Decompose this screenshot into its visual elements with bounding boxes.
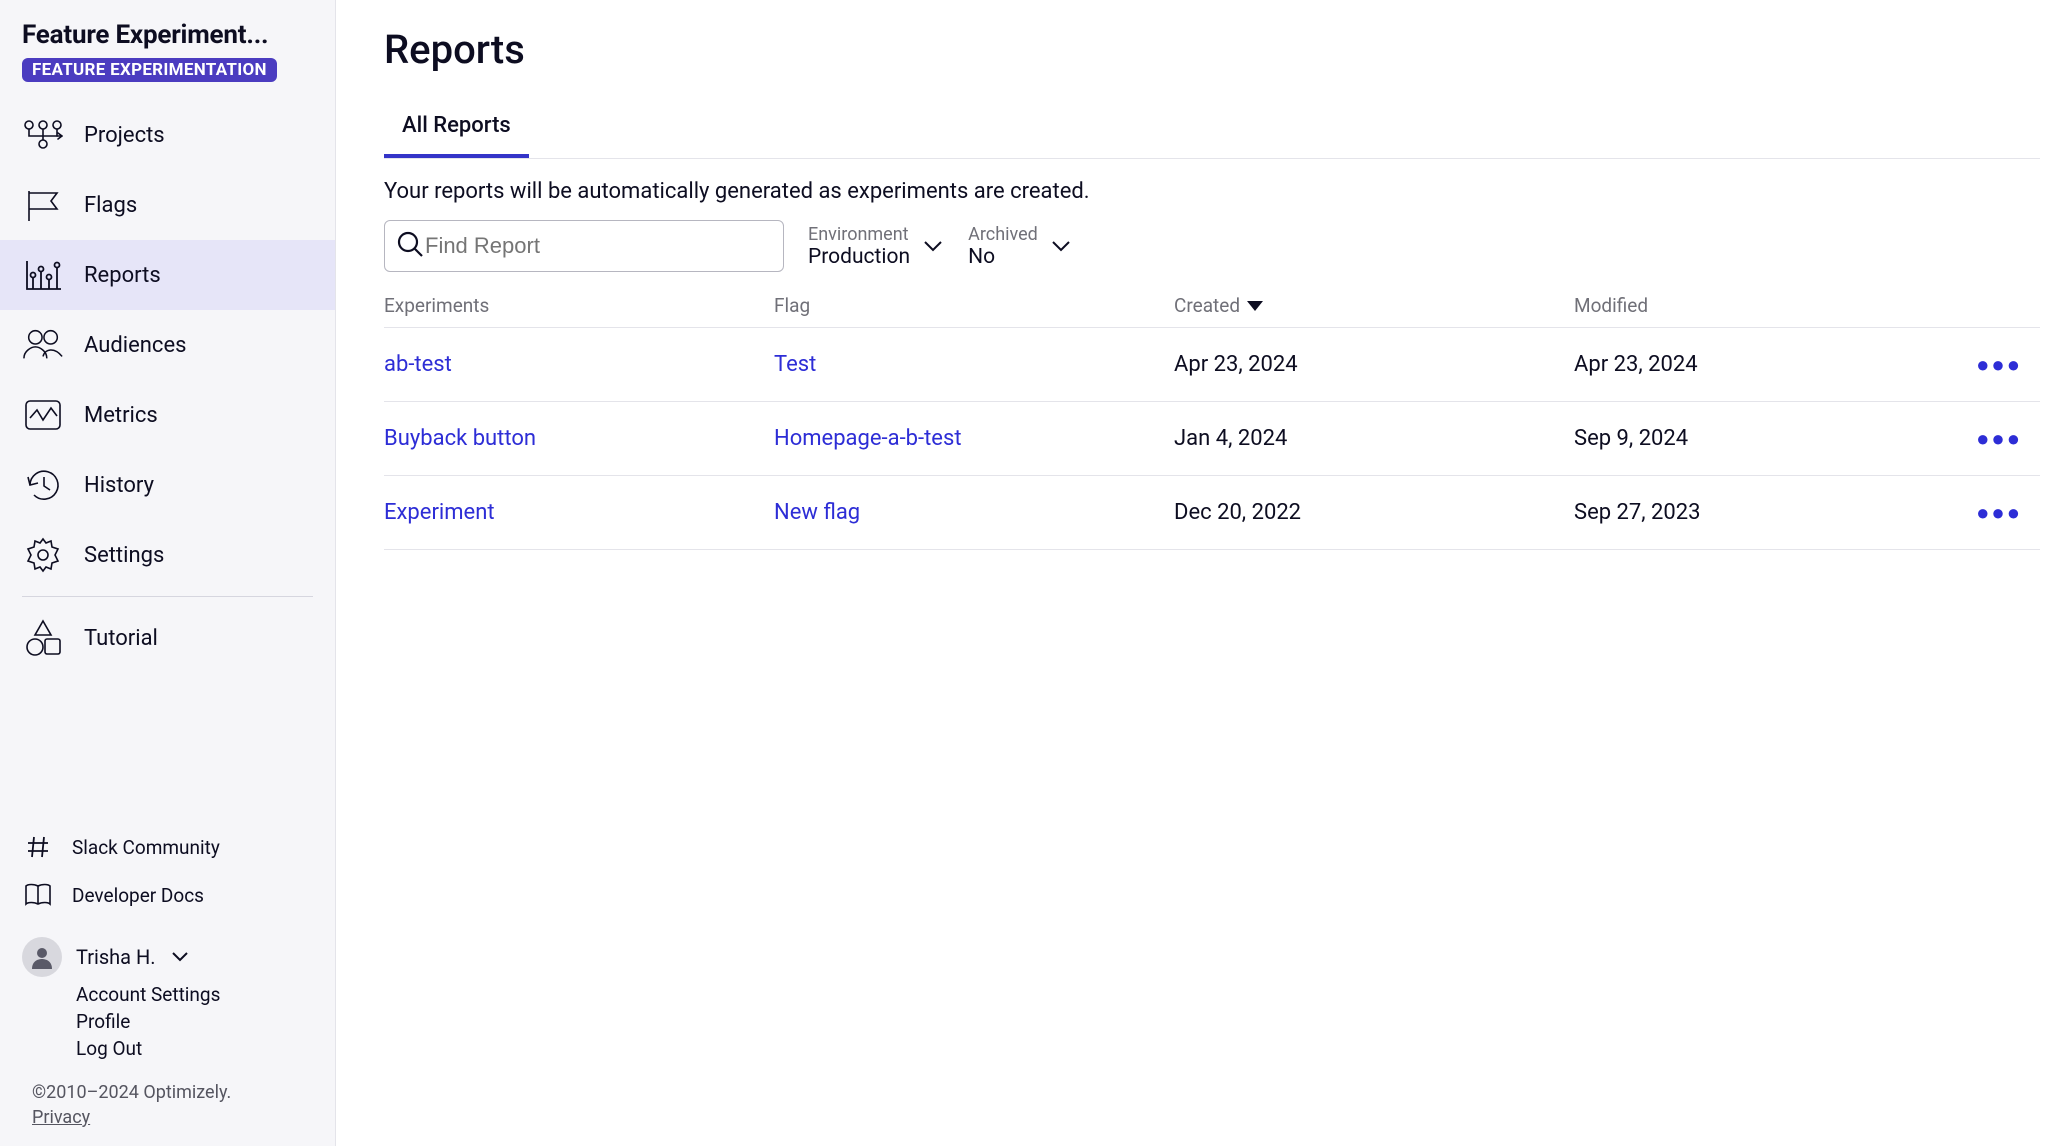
sort-desc-icon	[1246, 300, 1264, 312]
copyright: ©2010–2024 Optimizely.	[32, 1082, 313, 1103]
created-cell: Dec 20, 2022	[1174, 500, 1574, 525]
created-cell: Apr 23, 2024	[1174, 352, 1574, 377]
shapes-icon	[22, 617, 64, 659]
flag-link[interactable]: New flag	[774, 500, 1174, 525]
footer: ©2010–2024 Optimizely. Privacy	[0, 1068, 335, 1136]
ext-link-label: Developer Docs	[72, 884, 204, 907]
user-profile[interactable]: Profile	[76, 1008, 313, 1035]
sidebar-item-label: Metrics	[84, 403, 158, 428]
col-created[interactable]: Created	[1174, 294, 1574, 317]
ext-link-label: Slack Community	[72, 836, 220, 859]
ext-slack-community[interactable]: Slack Community	[0, 823, 335, 871]
user-submenu: Account Settings Profile Log Out	[76, 981, 313, 1062]
nav-list-extra: Tutorial	[0, 603, 335, 673]
table-header: Experiments Flag Created Modified	[384, 294, 2040, 328]
main-content: Reports All Reports Your reports will be…	[336, 0, 2070, 1146]
col-modified[interactable]: Modified	[1574, 294, 1960, 317]
ext-developer-docs[interactable]: Developer Docs	[0, 871, 335, 919]
experiment-link[interactable]: Buyback button	[384, 426, 774, 451]
sidebar-item-label: Flags	[84, 193, 137, 218]
filter-value: No	[968, 245, 1038, 269]
sidebar-item-label: History	[84, 473, 154, 498]
tabs: All Reports	[384, 101, 2040, 159]
search-input[interactable]	[425, 233, 773, 259]
chevron-down-icon	[1050, 238, 1072, 254]
col-flag[interactable]: Flag	[774, 294, 1174, 317]
search-icon	[395, 229, 425, 263]
nav-list: Projects Flags Reports	[0, 100, 335, 590]
created-cell: Jan 4, 2024	[1174, 426, 1574, 451]
page-title: Reports	[384, 26, 2040, 73]
sidebar-item-flags[interactable]: Flags	[0, 170, 335, 240]
sidebar-item-label: Projects	[84, 123, 165, 148]
chevron-down-icon	[170, 948, 190, 967]
modified-cell: Apr 23, 2024	[1574, 352, 1960, 377]
help-text: Your reports will be automatically gener…	[384, 159, 2040, 214]
row-actions-menu[interactable]: ●●●	[1976, 352, 2022, 378]
filter-environment[interactable]: Environment Production	[808, 224, 944, 269]
sidebar: Feature Experiment... FEATURE EXPERIMENT…	[0, 0, 336, 1146]
project-title[interactable]: Feature Experiment...	[22, 20, 313, 50]
sidebar-item-reports[interactable]: Reports	[0, 240, 335, 310]
sidebar-item-tutorial[interactable]: Tutorial	[0, 603, 335, 673]
modified-cell: Sep 27, 2023	[1574, 500, 1960, 525]
table-row: ab-test Test Apr 23, 2024 Apr 23, 2024 ●…	[384, 328, 2040, 402]
table-row: Experiment New flag Dec 20, 2022 Sep 27,…	[384, 476, 2040, 550]
sidebar-item-metrics[interactable]: Metrics	[0, 380, 335, 450]
external-links: Slack Community Developer Docs	[0, 819, 335, 919]
filter-row: Environment Production Archived No	[384, 214, 2040, 294]
user-name: Trisha H.	[76, 945, 156, 969]
sidebar-item-audiences[interactable]: Audiences	[0, 310, 335, 380]
book-icon	[22, 879, 54, 911]
metrics-icon	[22, 394, 64, 436]
filter-label: Archived	[968, 224, 1038, 245]
experiment-link[interactable]: Experiment	[384, 500, 774, 525]
user-menu-toggle[interactable]: Trisha H.	[22, 937, 313, 977]
user-logout[interactable]: Log Out	[76, 1035, 313, 1062]
col-experiments[interactable]: Experiments	[384, 294, 774, 317]
sidebar-item-label: Audiences	[84, 333, 186, 358]
experiment-link[interactable]: ab-test	[384, 352, 774, 377]
product-badge: FEATURE EXPERIMENTATION	[22, 58, 277, 82]
sidebar-item-projects[interactable]: Projects	[0, 100, 335, 170]
row-actions-menu[interactable]: ●●●	[1976, 500, 2022, 526]
modified-cell: Sep 9, 2024	[1574, 426, 1960, 451]
hash-icon	[22, 831, 54, 863]
sidebar-item-label: Tutorial	[84, 626, 158, 651]
search-wrap[interactable]	[384, 220, 784, 272]
nav-divider	[22, 596, 313, 597]
projects-icon	[22, 114, 64, 156]
flag-link[interactable]: Test	[774, 352, 1174, 377]
row-actions-menu[interactable]: ●●●	[1976, 426, 2022, 452]
chart-icon	[22, 254, 64, 296]
user-account-settings[interactable]: Account Settings	[76, 981, 313, 1008]
avatar	[22, 937, 62, 977]
reports-table: Experiments Flag Created Modified ab-tes…	[384, 294, 2040, 550]
gear-icon	[22, 534, 64, 576]
flag-icon	[22, 184, 64, 226]
privacy-link[interactable]: Privacy	[32, 1107, 90, 1128]
flag-link[interactable]: Homepage-a-b-test	[774, 426, 1174, 451]
user-block: Trisha H. Account Settings Profile Log O…	[0, 919, 335, 1068]
filter-label: Environment	[808, 224, 910, 245]
sidebar-item-label: Settings	[84, 543, 164, 568]
sidebar-item-history[interactable]: History	[0, 450, 335, 520]
sidebar-header: Feature Experiment... FEATURE EXPERIMENT…	[0, 20, 335, 100]
audiences-icon	[22, 324, 64, 366]
history-icon	[22, 464, 64, 506]
sidebar-item-settings[interactable]: Settings	[0, 520, 335, 590]
table-row: Buyback button Homepage-a-b-test Jan 4, …	[384, 402, 2040, 476]
tab-all-reports[interactable]: All Reports	[384, 101, 529, 158]
sidebar-item-label: Reports	[84, 263, 161, 288]
filter-value: Production	[808, 245, 910, 269]
filter-archived[interactable]: Archived No	[968, 224, 1072, 269]
chevron-down-icon	[922, 238, 944, 254]
